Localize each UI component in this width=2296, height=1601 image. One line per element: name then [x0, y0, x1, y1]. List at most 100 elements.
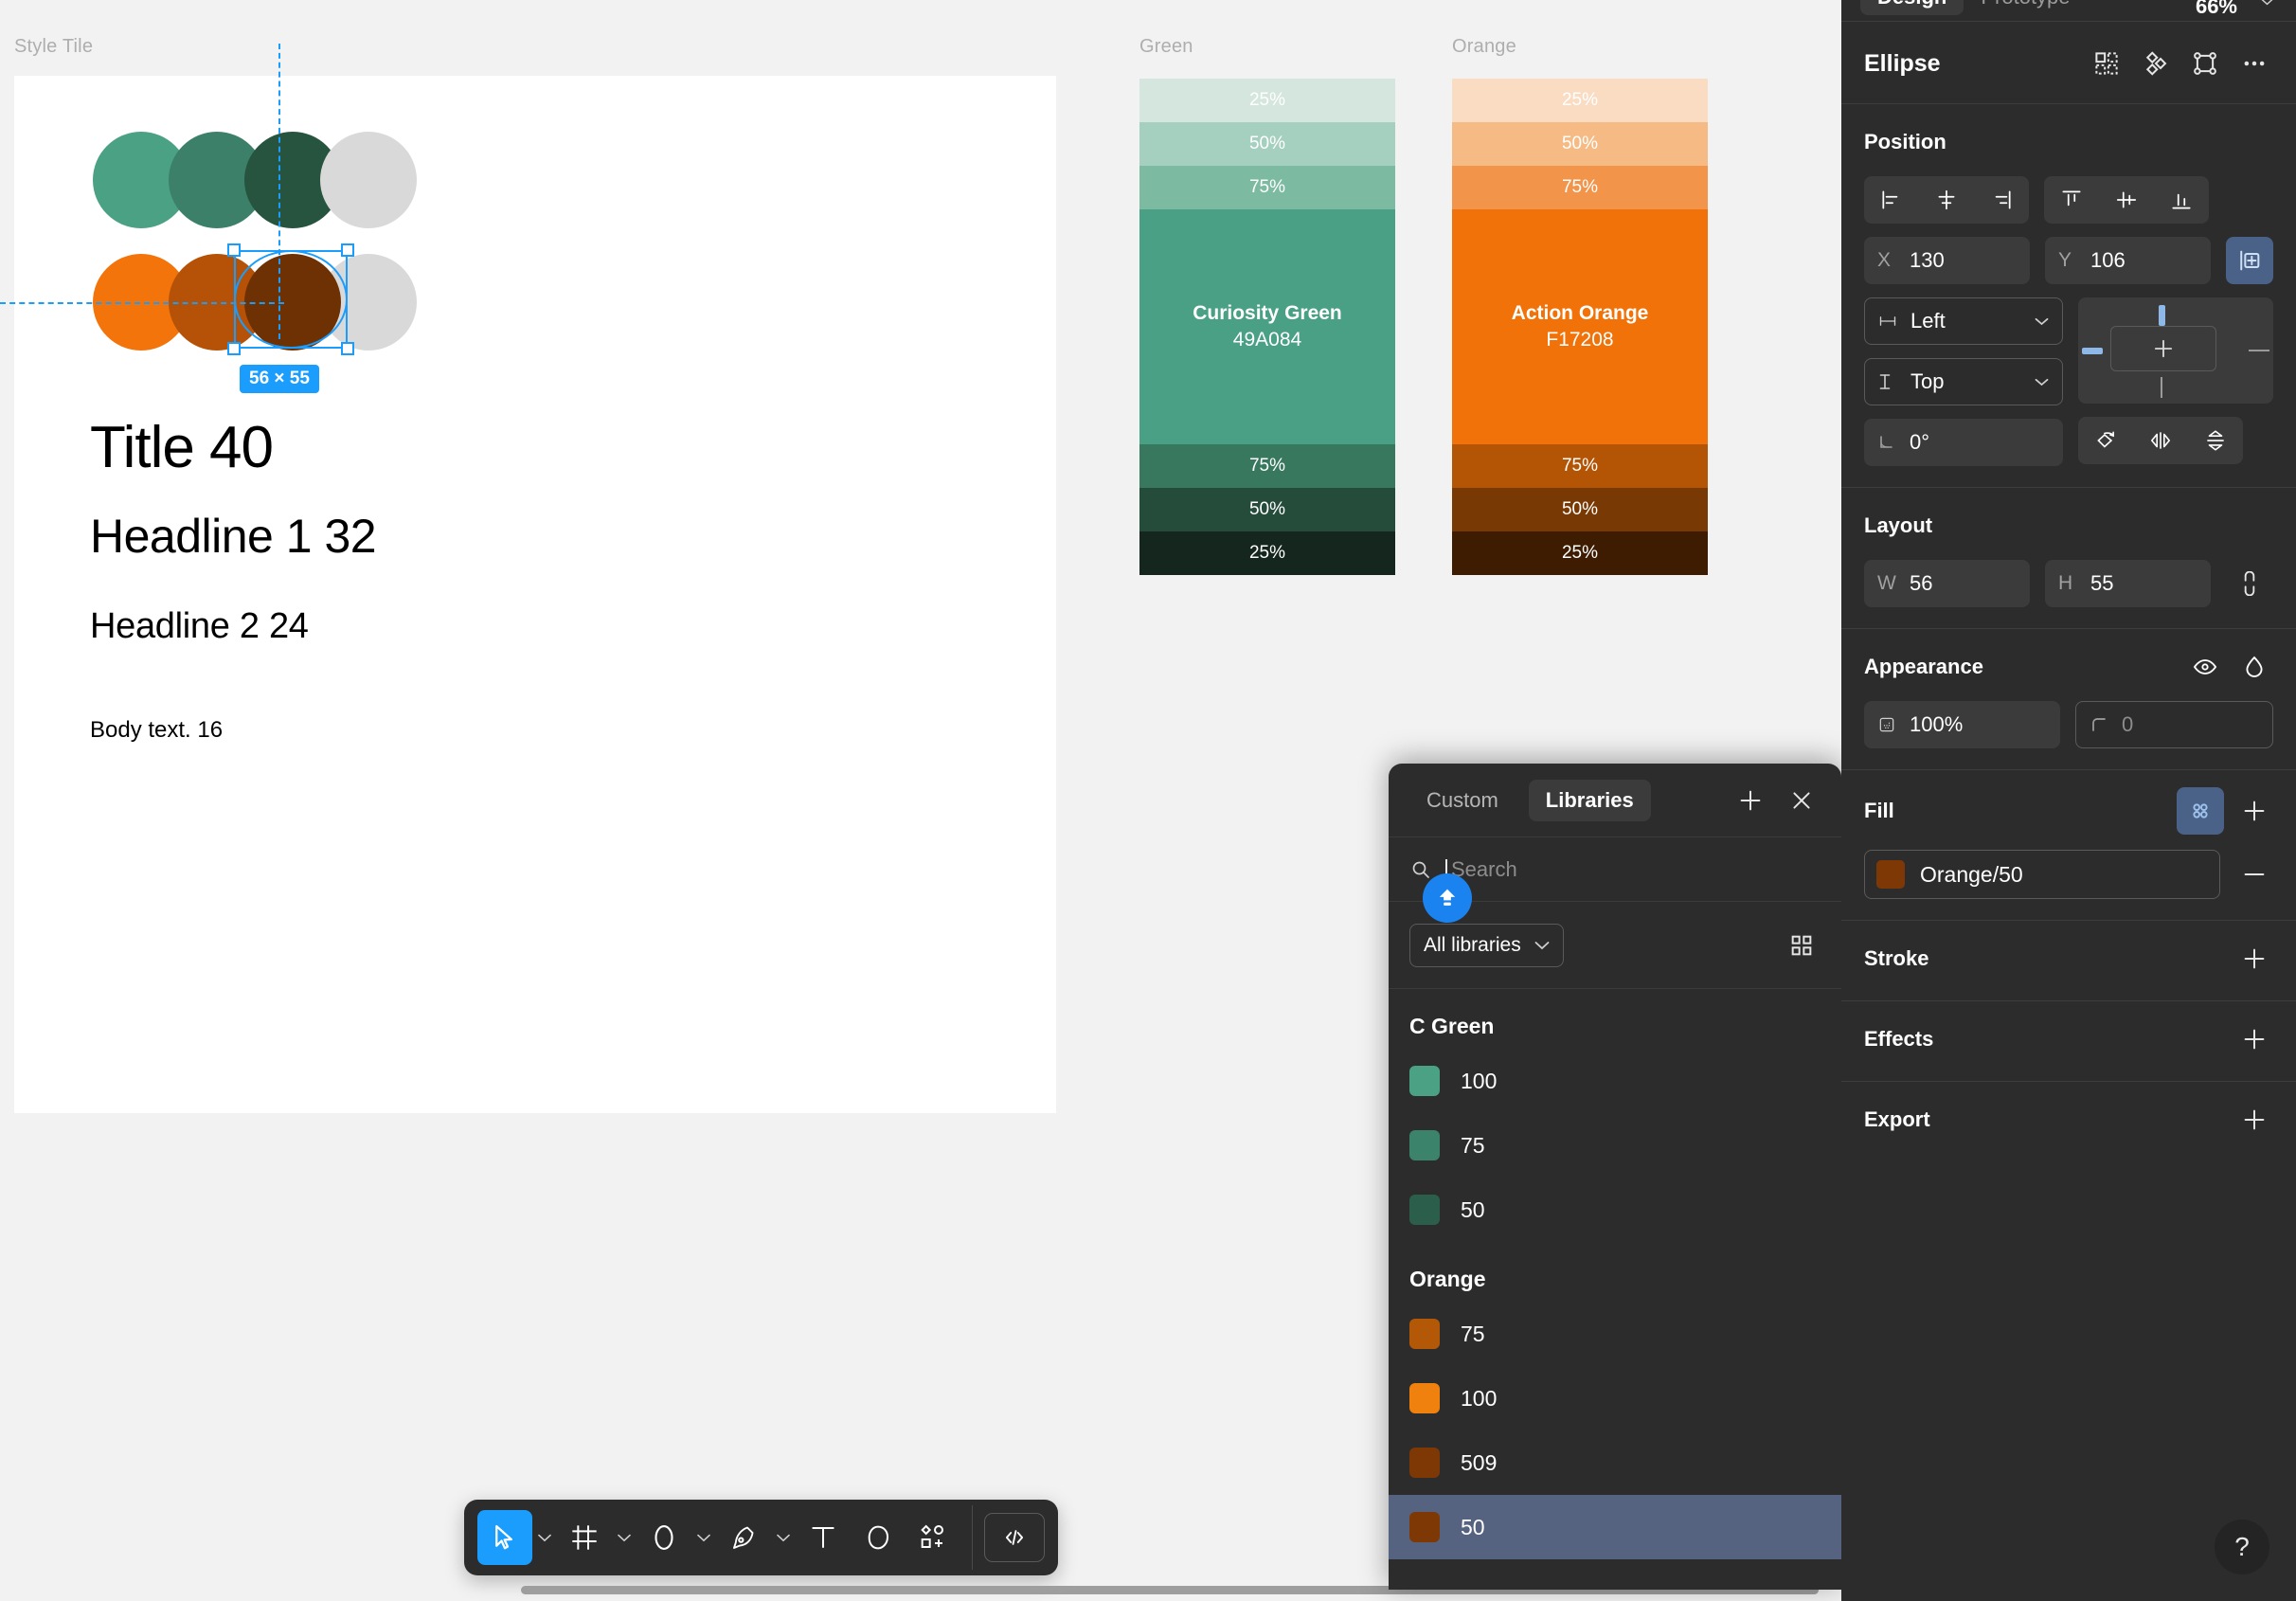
libraries-color-list[interactable]: C Green 100 75 50 Orange 75 100 509 50 — [1389, 989, 1841, 1559]
add-stroke-icon[interactable] — [2235, 940, 2273, 978]
selection-handle-bottom-left[interactable] — [227, 342, 241, 355]
ramp-band[interactable]: 75% — [1139, 444, 1395, 488]
absolute-position-toggle[interactable] — [2226, 237, 2273, 284]
ramp-band[interactable]: 25% — [1452, 79, 1708, 122]
ramp-band[interactable]: 25% — [1139, 531, 1395, 575]
align-right-icon[interactable] — [1974, 176, 2029, 224]
remove-fill-icon[interactable] — [2235, 855, 2273, 893]
add-library-icon[interactable] — [1731, 782, 1769, 819]
constraint-diagram[interactable] — [2078, 297, 2273, 404]
x-field[interactable]: X 130 — [1864, 237, 2030, 284]
visibility-eye-icon[interactable] — [2186, 648, 2224, 686]
more-options-icon[interactable] — [2235, 45, 2273, 82]
shape-tool-caret-icon[interactable] — [691, 1510, 716, 1565]
create-component-icon[interactable] — [2088, 45, 2126, 82]
align-left-icon[interactable] — [1864, 176, 1919, 224]
selection-handle-top-left[interactable] — [227, 243, 241, 257]
tab-custom[interactable]: Custom — [1409, 780, 1516, 821]
ramp-band[interactable]: 25% — [1139, 79, 1395, 122]
constraint-center[interactable] — [2110, 326, 2216, 371]
align-horizontal-center-icon[interactable] — [1919, 176, 1974, 224]
help-button[interactable]: ? — [2215, 1520, 2269, 1574]
ramp-band[interactable]: Action Orange F17208 — [1452, 209, 1708, 444]
frame-label-orange[interactable]: Orange — [1452, 36, 1516, 58]
ramp-band[interactable]: 75% — [1452, 444, 1708, 488]
boolean-ops-icon[interactable] — [2137, 45, 2175, 82]
fill-style-pill[interactable]: Orange/50 — [1864, 850, 2220, 899]
color-ramp-green[interactable]: 25% 50% 75% Curiosity Green 49A084 75% 50% 25% — [1139, 79, 1395, 575]
ramp-band[interactable]: 50% — [1452, 122, 1708, 166]
y-field[interactable]: Y 106 — [2045, 237, 2211, 284]
frame-tool-caret-icon[interactable] — [612, 1510, 637, 1565]
blend-mode-icon[interactable] — [2235, 648, 2273, 686]
zoom-caret-icon[interactable] — [2261, 0, 2273, 6]
fill-color-chip[interactable] — [1876, 860, 1905, 889]
move-tool-caret-icon[interactable] — [532, 1510, 557, 1565]
frame-tool-button[interactable] — [557, 1510, 612, 1565]
color-ramp-orange[interactable]: 25% 50% 75% Action Orange F17208 75% 50% 25% — [1452, 79, 1708, 575]
type-sample-body[interactable]: Body text. 16 — [90, 717, 223, 744]
ramp-band[interactable]: 50% — [1452, 488, 1708, 531]
dev-mode-button[interactable] — [984, 1513, 1045, 1562]
width-field[interactable]: W 56 — [1864, 560, 2030, 607]
rotation-field[interactable]: 0° — [1864, 419, 2063, 466]
horizontal-constraint-select[interactable]: Left — [1864, 297, 2063, 345]
type-sample-headline1[interactable]: Headline 1 32 — [90, 509, 377, 564]
constraint-tick-top[interactable] — [2159, 305, 2165, 326]
flip-vertical-icon[interactable] — [2188, 417, 2243, 464]
comment-tool-button[interactable] — [851, 1510, 906, 1565]
library-filter-select[interactable]: All libraries — [1409, 923, 1564, 967]
height-field[interactable]: H 55 — [2045, 560, 2211, 607]
vertical-constraint-select[interactable]: Top — [1864, 358, 2063, 405]
ramp-band[interactable]: 25% — [1452, 531, 1708, 575]
move-tool-button[interactable] — [477, 1510, 532, 1565]
align-vertical-center-icon[interactable] — [2099, 176, 2154, 224]
library-color-row[interactable]: 75 — [1389, 1302, 1841, 1366]
frame-label-style-tile[interactable]: Style Tile — [14, 36, 93, 58]
opacity-field[interactable]: 100% — [1864, 701, 2060, 748]
circle-grey-top[interactable] — [320, 132, 417, 228]
tab-prototype[interactable]: Prototype — [1964, 0, 2087, 15]
grid-view-icon[interactable] — [1783, 926, 1821, 964]
constraint-tick-right[interactable] — [2249, 350, 2269, 351]
ramp-band[interactable]: Curiosity Green 49A084 — [1139, 209, 1395, 444]
ellipse-tool-button[interactable] — [637, 1510, 691, 1565]
type-sample-title[interactable]: Title 40 — [90, 414, 274, 481]
style-tile-frame[interactable] — [14, 76, 1056, 1113]
pen-tool-caret-icon[interactable] — [771, 1510, 796, 1565]
zoom-level[interactable]: 66% — [2196, 0, 2237, 19]
library-color-row[interactable]: 75 — [1389, 1113, 1841, 1178]
components-tool-button[interactable] — [906, 1510, 960, 1565]
publish-upload-icon[interactable] — [1423, 873, 1472, 923]
constraint-tick-left[interactable] — [2082, 348, 2103, 354]
library-color-row[interactable]: 50 — [1389, 1178, 1841, 1242]
close-icon[interactable] — [1783, 782, 1821, 819]
mask-icon[interactable] — [2186, 45, 2224, 82]
flip-horizontal-icon[interactable] — [2133, 417, 2188, 464]
add-fill-icon[interactable] — [2235, 792, 2273, 830]
text-tool-button[interactable] — [796, 1510, 851, 1565]
ramp-band[interactable]: 75% — [1139, 166, 1395, 209]
align-top-icon[interactable] — [2044, 176, 2099, 224]
library-color-row[interactable]: 100 — [1389, 1366, 1841, 1430]
corner-radius-field[interactable]: 0 — [2075, 701, 2273, 748]
ramp-band[interactable]: 75% — [1452, 166, 1708, 209]
library-color-row[interactable]: 50 — [1389, 1495, 1841, 1559]
align-bottom-icon[interactable] — [2154, 176, 2209, 224]
library-color-row[interactable]: 100 — [1389, 1049, 1841, 1113]
fill-styles-icon[interactable] — [2177, 787, 2224, 835]
pen-tool-button[interactable] — [716, 1510, 771, 1565]
frame-label-green[interactable]: Green — [1139, 36, 1193, 58]
type-sample-headline2[interactable]: Headline 2 24 — [90, 606, 309, 647]
selection-handle-top-right[interactable] — [341, 243, 354, 257]
add-effect-icon[interactable] — [2235, 1020, 2273, 1058]
lock-aspect-ratio-icon[interactable] — [2226, 560, 2273, 607]
tab-libraries[interactable]: Libraries — [1528, 779, 1651, 821]
ramp-band[interactable]: 50% — [1139, 122, 1395, 166]
constraint-tick-bottom[interactable] — [2161, 377, 2162, 398]
ramp-band[interactable]: 50% — [1139, 488, 1395, 531]
selection-handle-bottom-right[interactable] — [341, 342, 354, 355]
tab-design[interactable]: Design — [1860, 0, 1964, 15]
add-export-icon[interactable] — [2235, 1101, 2273, 1139]
library-color-row[interactable]: 509 — [1389, 1430, 1841, 1495]
